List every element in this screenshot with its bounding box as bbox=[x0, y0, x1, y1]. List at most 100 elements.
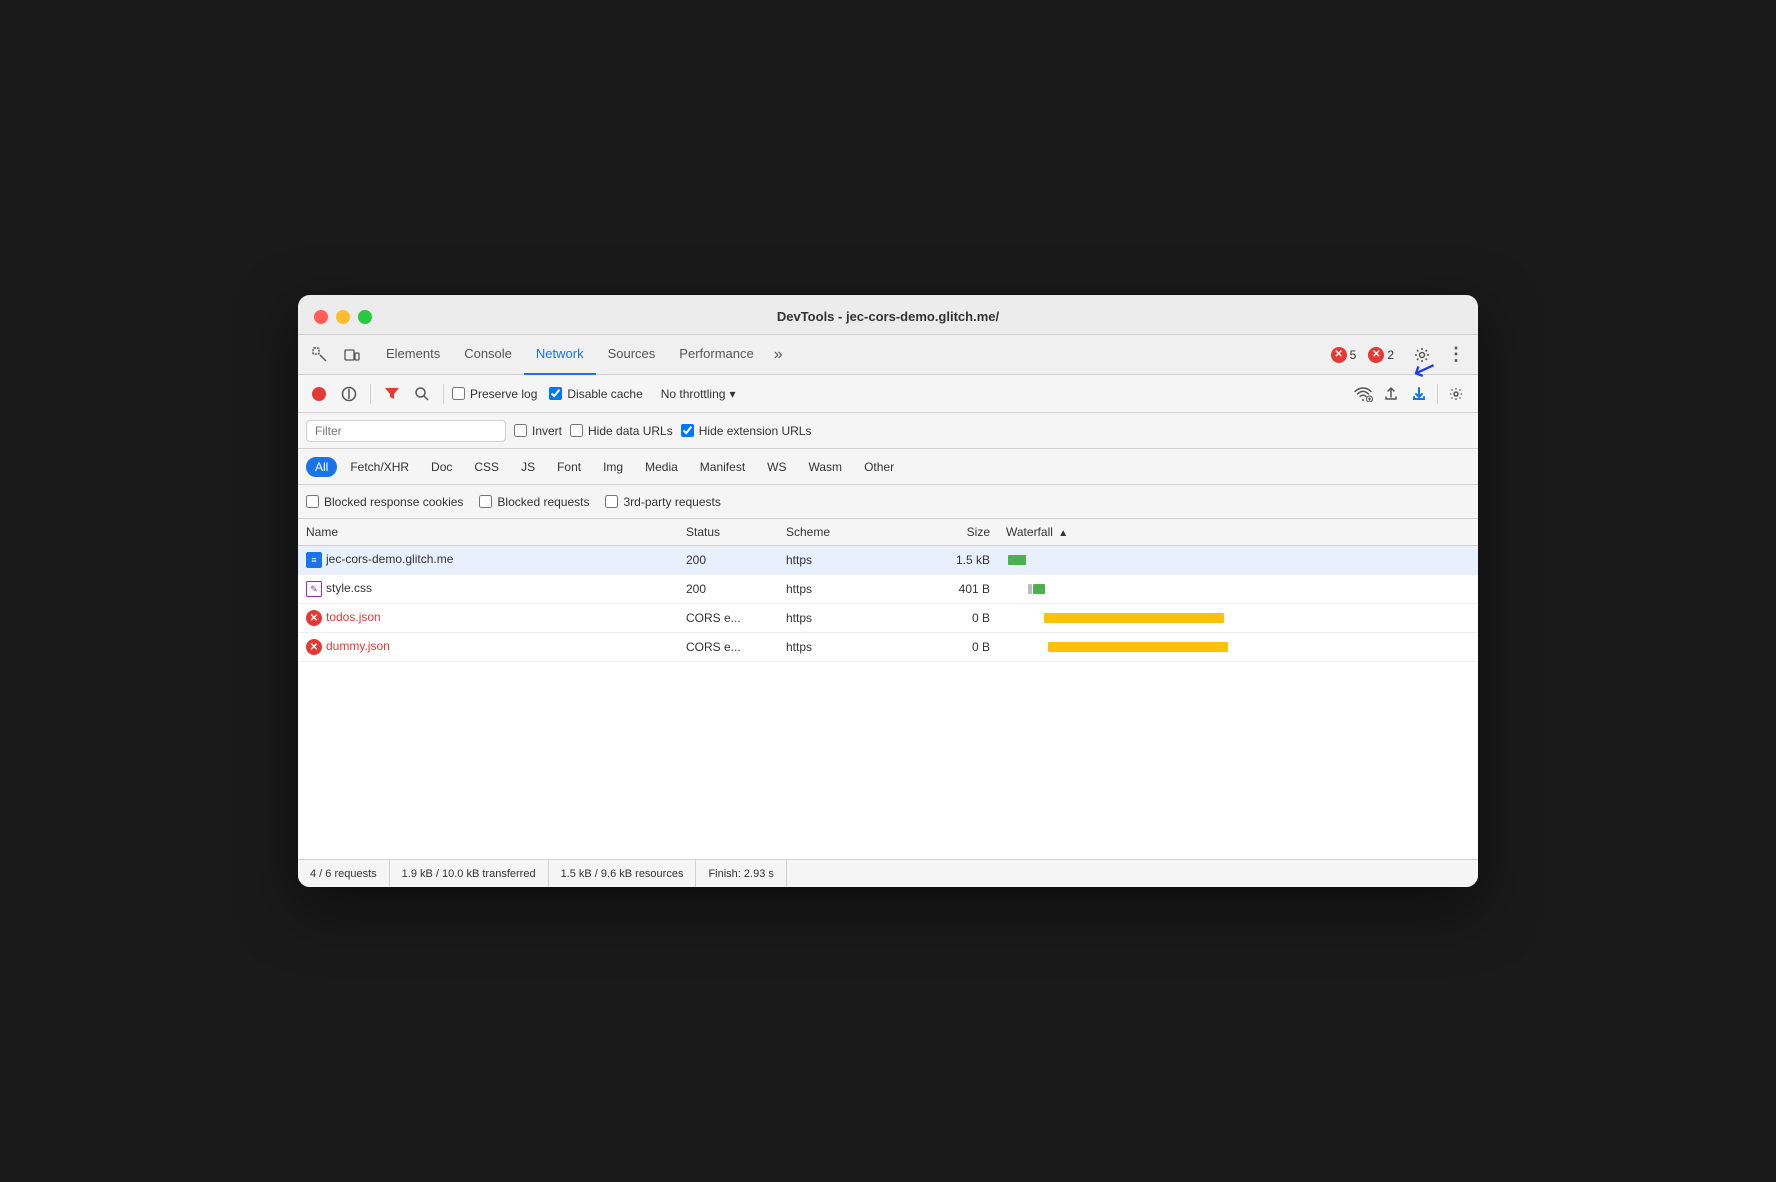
throttle-dropdown-arrow: ▾ bbox=[729, 387, 735, 401]
row-name: dummy.json bbox=[326, 639, 390, 653]
download-icon[interactable]: ↙ bbox=[1405, 380, 1433, 408]
table-row[interactable]: ≡jec-cors-demo.glitch.me200https1.5 kB bbox=[298, 546, 1478, 575]
disable-cache-label[interactable]: Disable cache bbox=[549, 387, 642, 401]
tab-performance[interactable]: Performance bbox=[667, 335, 765, 375]
more-tabs-button[interactable]: » bbox=[766, 346, 791, 364]
record-button[interactable] bbox=[306, 381, 332, 407]
filter-input[interactable] bbox=[306, 420, 506, 442]
scheme-cell: https bbox=[778, 604, 898, 633]
type-btn-wasm[interactable]: Wasm bbox=[800, 457, 852, 477]
finish-status: Finish: 2.93 s bbox=[696, 860, 786, 887]
third-party-label[interactable]: 3rd-party requests bbox=[605, 495, 720, 509]
requests-status: 4 / 6 requests bbox=[298, 860, 390, 887]
hide-data-urls-label[interactable]: Hide data URLs bbox=[570, 424, 673, 438]
type-btn-css[interactable]: CSS bbox=[465, 457, 508, 477]
preserve-log-checkbox[interactable] bbox=[452, 387, 465, 400]
error-badge[interactable]: ✕ 5 bbox=[1331, 347, 1357, 363]
type-btn-ws[interactable]: WS bbox=[758, 457, 795, 477]
third-party-checkbox[interactable] bbox=[605, 495, 618, 508]
type-btn-fetch-xhr[interactable]: Fetch/XHR bbox=[341, 457, 418, 477]
status-cell: CORS e... bbox=[678, 604, 778, 633]
sort-arrow-icon: ▲ bbox=[1058, 528, 1068, 539]
minimize-button[interactable] bbox=[336, 310, 350, 324]
col-size-header[interactable]: Size bbox=[898, 519, 998, 546]
close-button[interactable] bbox=[314, 310, 328, 324]
name-cell: ✕ todos.json bbox=[298, 604, 678, 633]
table-row[interactable]: ✕ todos.json CORS e...https0 B bbox=[298, 604, 1478, 633]
settings-icon[interactable] bbox=[1408, 341, 1436, 369]
css-icon: ✎ bbox=[306, 581, 322, 597]
size-cell: 0 B bbox=[898, 604, 998, 633]
col-name-header[interactable]: Name bbox=[298, 519, 678, 546]
search-button[interactable] bbox=[409, 381, 435, 407]
tab-sources[interactable]: Sources bbox=[596, 335, 668, 375]
filter-button[interactable] bbox=[379, 381, 405, 407]
type-btn-img[interactable]: Img bbox=[594, 457, 632, 477]
error-icon: ✕ bbox=[306, 639, 322, 655]
invert-checkbox[interactable] bbox=[514, 424, 527, 437]
type-filter-row: All Fetch/XHR Doc CSS JS Font Img Media … bbox=[298, 449, 1478, 485]
blocked-cookies-checkbox[interactable] bbox=[306, 495, 319, 508]
devtools-body: Elements Console Network Sources Perform… bbox=[298, 335, 1478, 887]
warning-icon: ✕ bbox=[1368, 347, 1384, 363]
hide-data-urls-checkbox[interactable] bbox=[570, 424, 583, 437]
warning-count: 2 bbox=[1387, 348, 1394, 362]
throttle-select[interactable]: No throttling ▾ bbox=[655, 385, 742, 403]
network-settings-icon[interactable] bbox=[1442, 380, 1470, 408]
type-btn-other[interactable]: Other bbox=[855, 457, 903, 477]
network-table-wrapper: Name Status Scheme Size Waterfall ▲ ≡jec… bbox=[298, 519, 1478, 859]
clear-button[interactable] bbox=[336, 381, 362, 407]
device-toolbar-icon[interactable] bbox=[338, 341, 366, 369]
wifi-settings-icon[interactable] bbox=[1349, 380, 1377, 408]
col-scheme-header[interactable]: Scheme bbox=[778, 519, 898, 546]
network-toolbar: Preserve log Disable cache No throttling… bbox=[298, 375, 1478, 413]
type-btn-manifest[interactable]: Manifest bbox=[691, 457, 754, 477]
divider-2 bbox=[443, 384, 444, 404]
preserve-log-label[interactable]: Preserve log bbox=[452, 387, 537, 401]
type-btn-js[interactable]: JS bbox=[512, 457, 544, 477]
type-btn-all[interactable]: All bbox=[306, 457, 337, 477]
error-icon: ✕ bbox=[306, 610, 322, 626]
title-bar: DevTools - jec-cors-demo.glitch.me/ bbox=[298, 295, 1478, 335]
error-icon: ✕ bbox=[1331, 347, 1347, 363]
row-name: todos.json bbox=[326, 610, 381, 624]
type-btn-doc[interactable]: Doc bbox=[422, 457, 461, 477]
upload-icon[interactable] bbox=[1377, 380, 1405, 408]
waterfall-cell bbox=[998, 604, 1478, 633]
toolbar-right: ↙ bbox=[1349, 380, 1470, 408]
col-status-header[interactable]: Status bbox=[678, 519, 778, 546]
inspect-element-icon[interactable] bbox=[306, 341, 334, 369]
scheme-cell: https bbox=[778, 633, 898, 662]
disable-cache-checkbox[interactable] bbox=[549, 387, 562, 400]
tab-console[interactable]: Console bbox=[452, 335, 524, 375]
doc-icon: ≡ bbox=[306, 552, 322, 568]
hide-extension-urls-label[interactable]: Hide extension URLs bbox=[681, 424, 812, 438]
size-cell: 401 B bbox=[898, 575, 998, 604]
devtools-window: DevTools - jec-cors-demo.glitch.me/ bbox=[298, 295, 1478, 887]
waterfall-cell bbox=[998, 633, 1478, 662]
tab-elements[interactable]: Elements bbox=[374, 335, 452, 375]
scheme-cell: https bbox=[778, 575, 898, 604]
name-cell: ✕ dummy.json bbox=[298, 633, 678, 662]
invert-label[interactable]: Invert bbox=[514, 424, 562, 438]
blocked-requests-checkbox[interactable] bbox=[479, 495, 492, 508]
name-cell: ≡jec-cors-demo.glitch.me bbox=[298, 546, 678, 575]
blocked-requests-label[interactable]: Blocked requests bbox=[479, 495, 589, 509]
table-row[interactable]: ✕dummy.jsonCORS e...https0 B bbox=[298, 633, 1478, 662]
status-cell: 200 bbox=[678, 546, 778, 575]
maximize-button[interactable] bbox=[358, 310, 372, 324]
type-btn-media[interactable]: Media bbox=[636, 457, 687, 477]
type-btn-font[interactable]: Font bbox=[548, 457, 590, 477]
table-row[interactable]: ✎style.css200https401 B bbox=[298, 575, 1478, 604]
nav-tabs: Elements Console Network Sources Perform… bbox=[298, 335, 1478, 375]
hide-extension-urls-checkbox[interactable] bbox=[681, 424, 694, 437]
more-options-icon[interactable]: ⋮ bbox=[1442, 341, 1470, 369]
nav-icon-group bbox=[306, 341, 366, 369]
col-waterfall-header[interactable]: Waterfall ▲ bbox=[998, 519, 1478, 546]
blocked-cookies-label[interactable]: Blocked response cookies bbox=[306, 495, 463, 509]
warning-badge[interactable]: ✕ 2 bbox=[1368, 347, 1394, 363]
scheme-cell: https bbox=[778, 546, 898, 575]
tab-network[interactable]: Network bbox=[524, 335, 596, 375]
window-title: DevTools - jec-cors-demo.glitch.me/ bbox=[777, 309, 999, 324]
network-table: Name Status Scheme Size Waterfall ▲ ≡jec… bbox=[298, 519, 1478, 662]
